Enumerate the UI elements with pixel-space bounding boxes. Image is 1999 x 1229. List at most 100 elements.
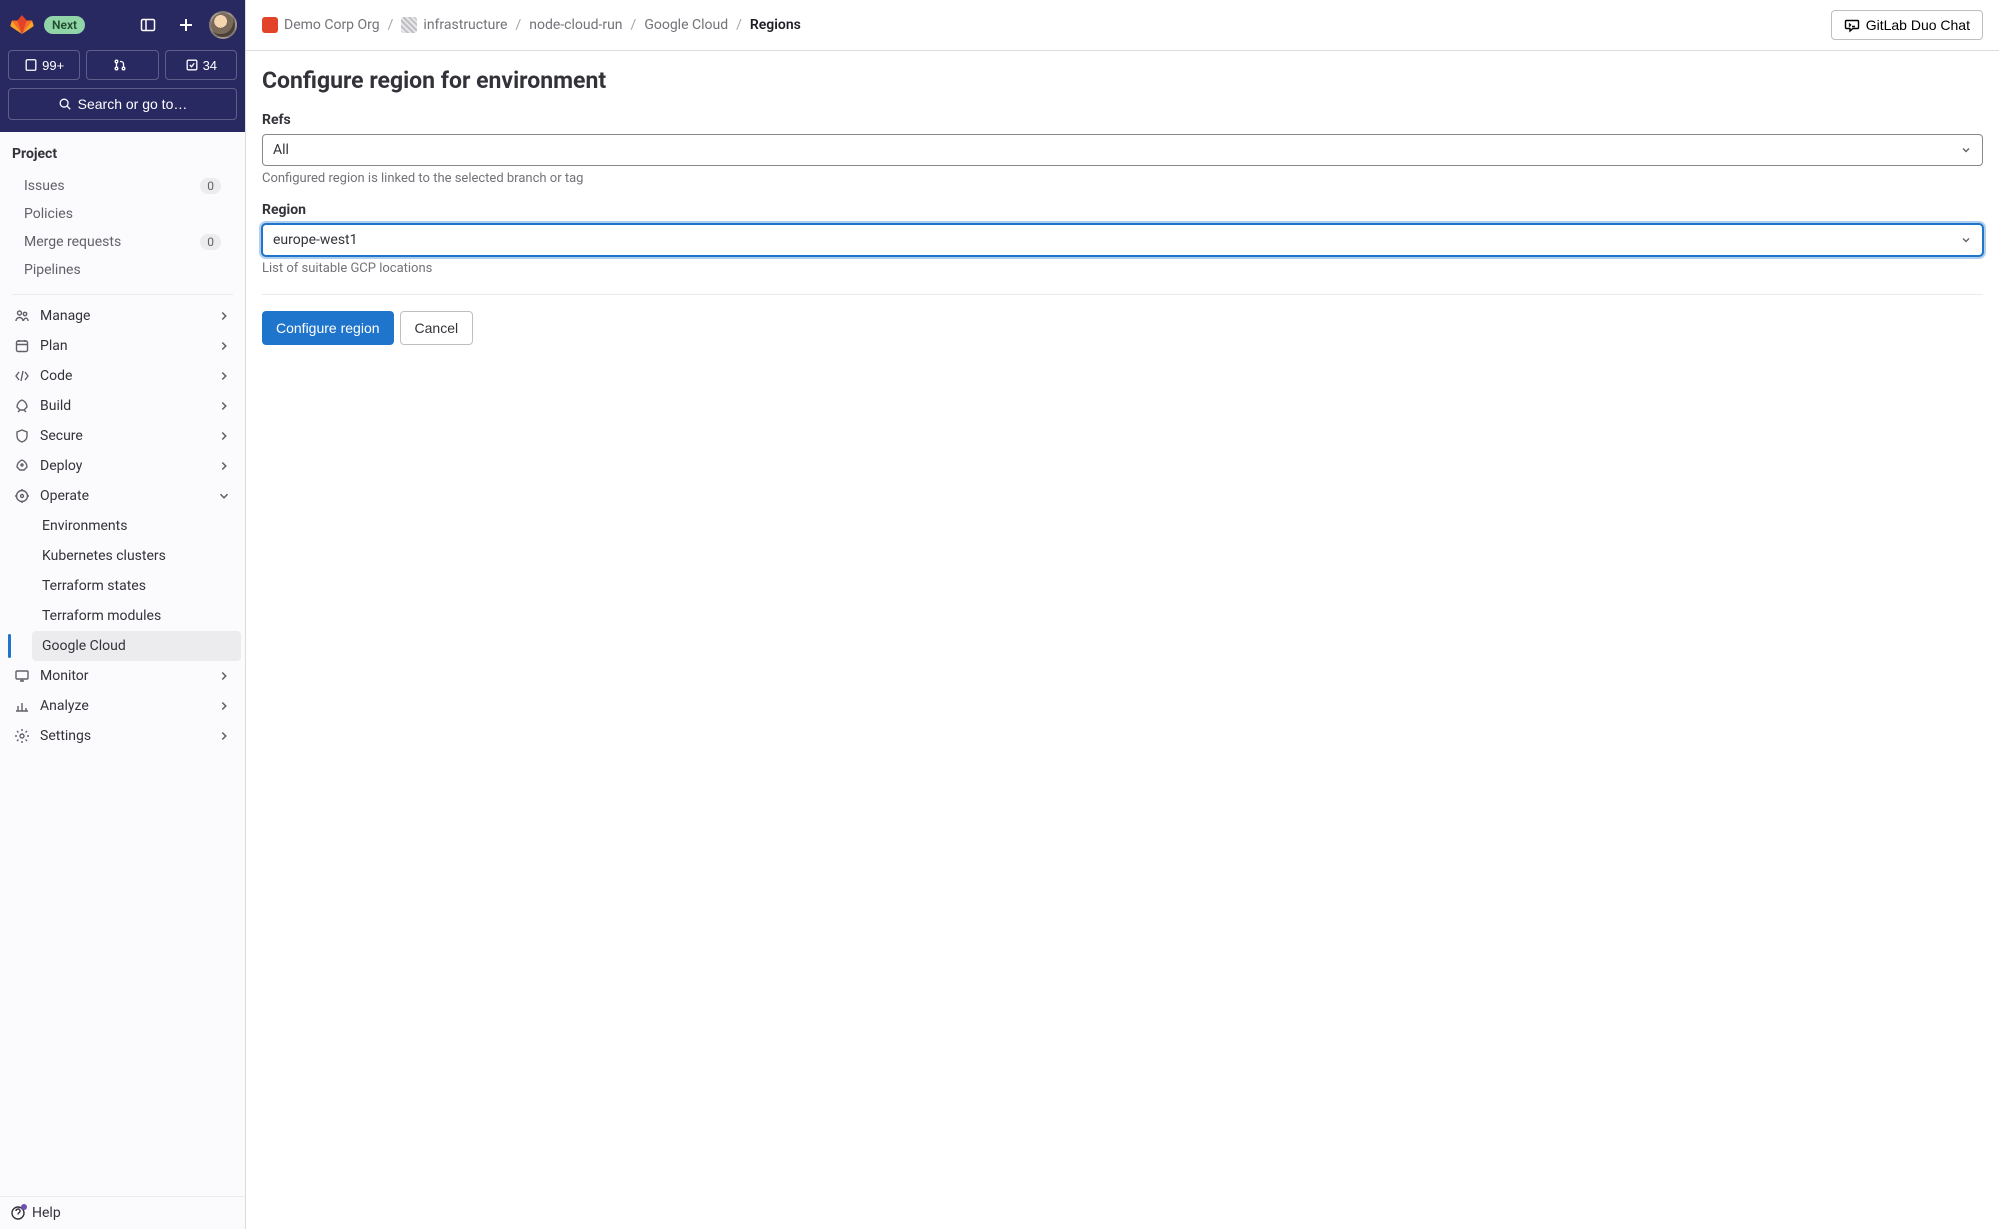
- sidebar-item-analyze[interactable]: Analyze: [4, 691, 241, 721]
- sidebar-subitem-terraform-states[interactable]: Terraform states: [32, 571, 241, 601]
- sidebar-header: Next 99+: [0, 0, 245, 132]
- sidebar-item-label: Build: [40, 398, 207, 414]
- chevron-right-icon: [217, 729, 231, 743]
- operate-icon: [14, 488, 30, 504]
- breadcrumbs: Demo Corp Org / infrastructure / node-cl…: [262, 17, 801, 33]
- region-helper: List of suitable GCP locations: [262, 261, 1983, 276]
- breadcrumb-org[interactable]: Demo Corp Org: [262, 17, 380, 33]
- gear-icon: [14, 728, 30, 744]
- sidebar-pinned-merge-requests[interactable]: Merge requests 0: [20, 228, 225, 256]
- sidebar-item-settings[interactable]: Settings: [4, 721, 241, 751]
- sidebar-collapse-button[interactable]: [133, 10, 163, 40]
- pinned-items: Issues 0 Policies Merge requests 0 Pipel…: [12, 172, 233, 295]
- sidebar-subitem-environments[interactable]: Environments: [32, 511, 241, 541]
- sidebar-pinned-policies[interactable]: Policies: [20, 200, 225, 228]
- sidebar-pinned-issues[interactable]: Issues 0: [20, 172, 225, 200]
- breadcrumb-project[interactable]: node-cloud-run: [529, 17, 622, 33]
- sidebar-item-label: Pipelines: [24, 262, 81, 278]
- org-avatar-icon: [262, 17, 278, 33]
- sidebar-item-monitor[interactable]: Monitor: [4, 661, 241, 691]
- sidebar: Next 99+: [0, 0, 246, 1229]
- sidebar-item-label: Secure: [40, 428, 207, 444]
- chat-icon: [1844, 17, 1860, 33]
- region-select-value: europe-west1: [273, 232, 358, 248]
- sidebar-item-label: Plan: [40, 338, 207, 354]
- search-button-label: Search or go to…: [78, 96, 188, 112]
- sidebar-item-label: Code: [40, 368, 207, 384]
- region-label: Region: [262, 202, 1983, 218]
- breadcrumb-separator: /: [515, 17, 521, 33]
- search-button[interactable]: Search or go to…: [8, 88, 237, 120]
- chevron-down-icon: [1960, 234, 1972, 246]
- sidebar-item-label: Monitor: [40, 668, 207, 684]
- chevron-right-icon: [217, 309, 231, 323]
- sidebar-item-label: Deploy: [40, 458, 207, 474]
- sidebar-item-operate[interactable]: Operate: [4, 481, 241, 511]
- sidebar-item-secure[interactable]: Secure: [4, 421, 241, 451]
- chevron-down-icon: [217, 489, 231, 503]
- breadcrumb-section[interactable]: Google Cloud: [644, 17, 728, 33]
- issues-count-value: 99+: [42, 58, 64, 73]
- sidebar-item-label: Settings: [40, 728, 207, 744]
- code-icon: [14, 368, 30, 384]
- sidebar-item-label: Issues: [24, 178, 65, 194]
- sidebar-section-title: Project: [0, 136, 245, 172]
- sidebar-item-plan[interactable]: Plan: [4, 331, 241, 361]
- create-new-button[interactable]: [171, 10, 201, 40]
- todos-count-value: 34: [203, 58, 217, 73]
- breadcrumb-label: infrastructure: [423, 17, 507, 33]
- chevron-down-icon: [1960, 144, 1972, 156]
- issues-count-button[interactable]: 99+: [8, 50, 80, 80]
- duo-chat-button[interactable]: GitLab Duo Chat: [1831, 10, 1983, 40]
- duo-chat-label: GitLab Duo Chat: [1866, 17, 1970, 33]
- sidebar-item-label: Analyze: [40, 698, 207, 714]
- sidebar-item-build[interactable]: Build: [4, 391, 241, 421]
- sidebar-item-label: Policies: [24, 206, 73, 222]
- chart-icon: [14, 698, 30, 714]
- cancel-button[interactable]: Cancel: [400, 311, 474, 345]
- breadcrumb-separator: /: [736, 17, 742, 33]
- search-icon: [58, 97, 72, 111]
- monitor-icon: [14, 668, 30, 684]
- users-icon: [14, 308, 30, 324]
- shield-icon: [14, 428, 30, 444]
- sidebar-item-label: Environments: [42, 518, 127, 534]
- sidebar-item-code[interactable]: Code: [4, 361, 241, 391]
- help-label: Help: [32, 1205, 61, 1221]
- refs-select-value: All: [273, 142, 289, 158]
- issue-icon: [24, 58, 38, 72]
- page-title: Configure region for environment: [262, 67, 1983, 94]
- breadcrumb-group[interactable]: infrastructure: [401, 17, 507, 33]
- deploy-icon: [14, 458, 30, 474]
- next-badge[interactable]: Next: [44, 16, 85, 34]
- help-icon: [10, 1205, 26, 1221]
- gitlab-logo-icon[interactable]: [8, 11, 36, 39]
- sidebar-pinned-pipelines[interactable]: Pipelines: [20, 256, 225, 284]
- refs-select[interactable]: All: [262, 134, 1983, 166]
- merge-requests-count-button[interactable]: [86, 50, 158, 80]
- sidebar-item-label: Kubernetes clusters: [42, 548, 166, 564]
- sidebar-subitem-kubernetes[interactable]: Kubernetes clusters: [32, 541, 241, 571]
- operate-submenu: Environments Kubernetes clusters Terrafo…: [4, 511, 241, 661]
- breadcrumb-label: Demo Corp Org: [284, 17, 380, 33]
- sidebar-item-manage[interactable]: Manage: [4, 301, 241, 331]
- sidebar-item-deploy[interactable]: Deploy: [4, 451, 241, 481]
- breadcrumb-current: Regions: [750, 17, 801, 33]
- region-select[interactable]: europe-west1: [262, 224, 1983, 256]
- refs-helper: Configured region is linked to the selec…: [262, 171, 1983, 186]
- sidebar-item-label: Terraform states: [42, 578, 146, 594]
- sidebar-subitem-google-cloud[interactable]: Google Cloud: [32, 631, 241, 661]
- configure-region-button[interactable]: Configure region: [262, 311, 394, 345]
- breadcrumb-label: Google Cloud: [644, 17, 728, 33]
- help-button[interactable]: Help: [0, 1196, 245, 1229]
- todos-count-button[interactable]: 34: [165, 50, 237, 80]
- sidebar-subitem-terraform-modules[interactable]: Terraform modules: [32, 601, 241, 631]
- todo-icon: [185, 58, 199, 72]
- sidebar-item-label: Merge requests: [24, 234, 121, 250]
- sidebar-item-label: Terraform modules: [42, 608, 161, 624]
- rocket-icon: [14, 398, 30, 414]
- issues-badge: 0: [200, 178, 221, 194]
- breadcrumb-separator: /: [631, 17, 637, 33]
- breadcrumb-separator: /: [388, 17, 394, 33]
- user-avatar[interactable]: [209, 11, 237, 39]
